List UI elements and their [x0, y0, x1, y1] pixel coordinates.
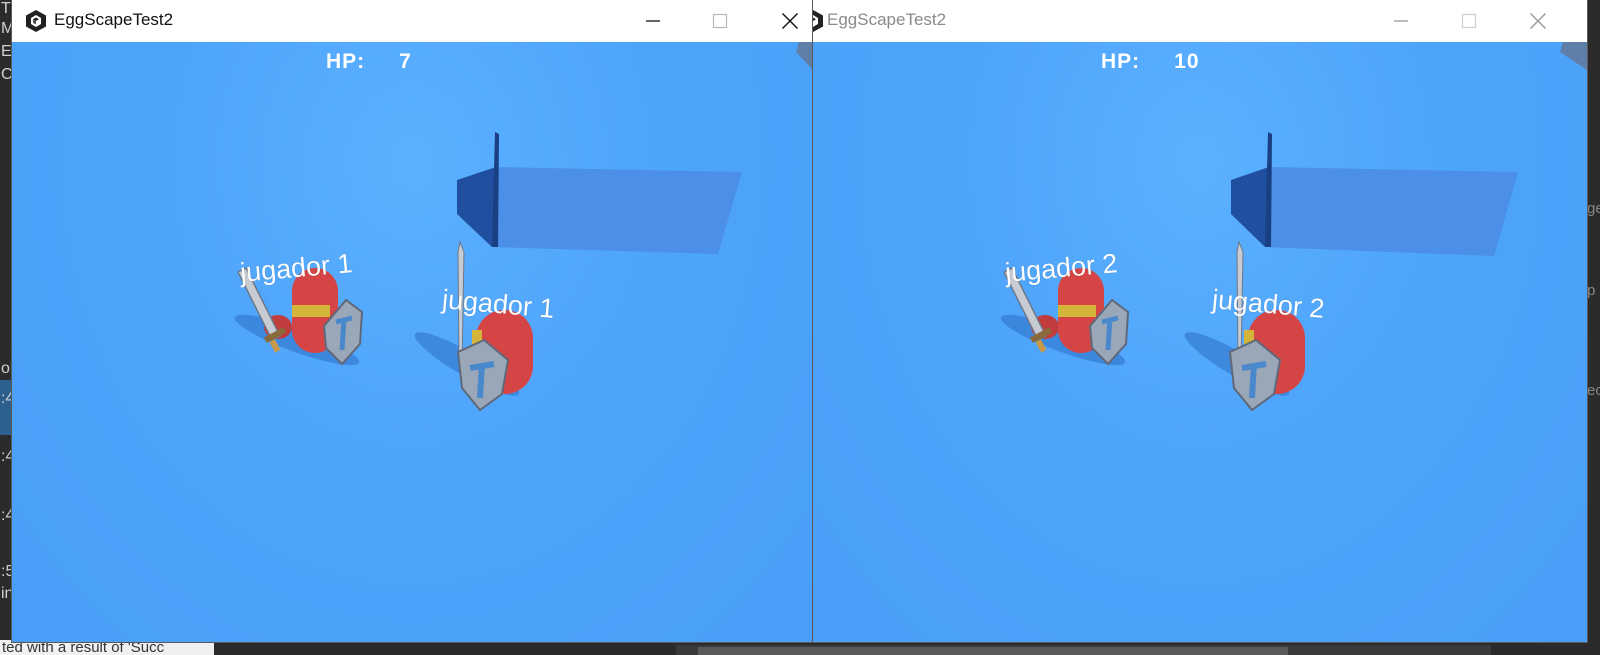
background-console-status: ted with a result of 'Succ: [0, 640, 214, 655]
platform: [457, 132, 742, 254]
background-editor-panel-right: ge p ec: [1587, 0, 1600, 655]
background-text-fragment: p: [1587, 282, 1596, 299]
game-scene: [234, 42, 813, 412]
game-scene: [1000, 42, 1587, 412]
game-viewport[interactable]: HP: 7 jugador 1 jugador 1: [12, 42, 813, 642]
window-title: EggScapeTest2: [827, 10, 947, 29]
maximize-icon: [712, 13, 728, 29]
close-icon: [1530, 13, 1546, 29]
game-window-player-2[interactable]: EggScapeTest2 HP: 10 jugador 2 jugador 2: [813, 0, 1587, 642]
maximize-button[interactable]: [697, 0, 743, 42]
background-horizontal-scrollbar[interactable]: [676, 645, 1491, 655]
player-character: [414, 240, 533, 412]
minimize-button[interactable]: [1378, 0, 1424, 42]
offscreen-object: [796, 42, 813, 70]
background-text-fragment: T: [1, 0, 11, 17]
background-text-fragment: C: [1, 66, 13, 83]
minimize-icon: [1394, 20, 1408, 22]
maximize-icon: [1461, 13, 1477, 29]
unity-logo-icon: [813, 10, 823, 32]
offscreen-object: [1560, 42, 1587, 70]
maximize-button[interactable]: [1446, 0, 1492, 42]
background-text-fragment: E: [1, 43, 12, 60]
background-text-fragment: ec: [1587, 382, 1600, 399]
background-text-fragment: ge: [1587, 200, 1600, 217]
game-window-player-1[interactable]: EggScapeTest2 HP: 7 jugador 1 jugador 1: [12, 0, 813, 642]
minimize-button[interactable]: [630, 0, 676, 42]
minimize-icon: [646, 20, 660, 22]
window-title: EggScapeTest2: [54, 10, 174, 29]
title-bar[interactable]: EggScapeTest2: [12, 0, 813, 42]
close-button[interactable]: [767, 0, 813, 42]
platform: [1231, 132, 1518, 256]
title-bar[interactable]: EggScapeTest2: [813, 0, 1587, 42]
game-viewport[interactable]: HP: 10 jugador 2 jugador 2: [813, 42, 1587, 642]
close-button[interactable]: [1515, 0, 1561, 42]
player-character: [1184, 240, 1305, 412]
close-icon: [782, 13, 798, 29]
unity-logo-icon: [26, 10, 46, 32]
scrollbar-thumb[interactable]: [698, 647, 1288, 655]
